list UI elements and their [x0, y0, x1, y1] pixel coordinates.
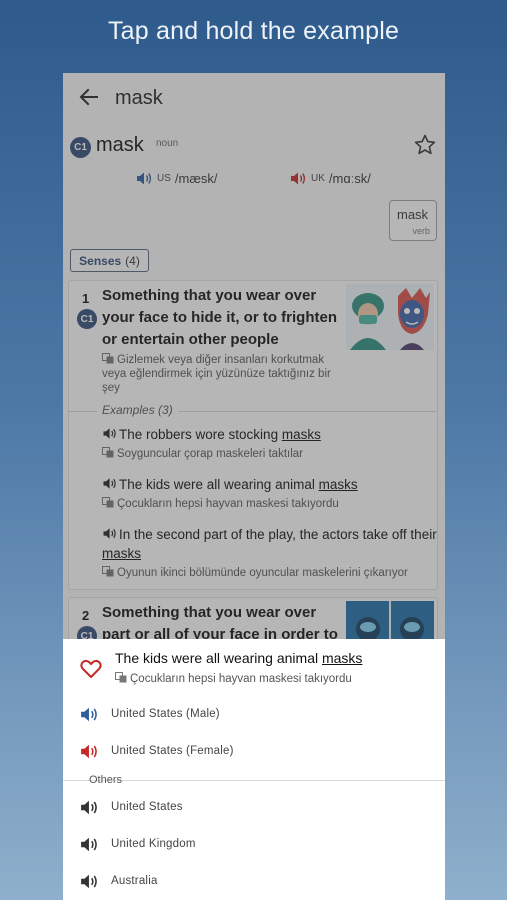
example-text[interactable]: The kids were all wearing animal masks: [102, 475, 437, 494]
related-pos: verb: [412, 226, 430, 236]
voice-option-label: United States: [111, 801, 183, 813]
example-translation: Soyguncular çorap maskeleri taktılar: [102, 447, 437, 460]
voice-option-us-male[interactable]: United States (Male): [63, 700, 445, 730]
speaker-icon-us: [81, 707, 97, 722]
voice-option-united-kingdom[interactable]: United Kingdom: [63, 830, 445, 860]
example-translation: Çocukların hepsi hayvan maskesi takıyord…: [102, 497, 437, 510]
speaker-icon-uk[interactable]: [290, 171, 307, 186]
part-of-speech: noun: [156, 138, 179, 149]
voice-option-label: United Kingdom: [111, 838, 196, 850]
translate-icon: [115, 672, 127, 683]
sense-card-1: 1 C1 Something that you wear over your f…: [68, 280, 438, 590]
voice-option-us-female[interactable]: United States (Female): [63, 737, 445, 767]
example-translation: Oyunun ikinci bölümünde oyuncular maskel…: [102, 566, 437, 579]
speaker-icon-uk: [81, 744, 97, 759]
headword: mask: [96, 134, 144, 156]
speaker-icon: [81, 874, 97, 889]
sense-definition: Something that you wear over your face t…: [102, 287, 338, 348]
sheet-example-text: The kids were all wearing animal masks: [115, 650, 363, 666]
related-verb-chip[interactable]: mask verb: [389, 200, 437, 241]
us-ipa: /mæsk/: [174, 170, 218, 186]
speaker-icon: [81, 800, 97, 815]
us-pronunciation[interactable]: US /mæsk/: [136, 169, 218, 187]
uk-ipa: /mɑːsk/: [328, 170, 371, 186]
examples-header: Examples (3): [69, 403, 437, 419]
example-text[interactable]: In the second part of the play, the acto…: [102, 525, 437, 563]
translate-icon: [102, 447, 114, 458]
heart-icon[interactable]: [80, 659, 102, 679]
senses-filter-chip[interactable]: Senses (4): [70, 249, 149, 272]
uk-label: UK: [311, 172, 325, 184]
sense-level-badge: C1: [77, 309, 97, 329]
translate-icon: [102, 497, 114, 508]
voice-option-australia[interactable]: Australia: [63, 867, 445, 897]
speaker-icon[interactable]: [102, 527, 118, 540]
favorite-star-icon[interactable]: [413, 133, 437, 157]
voice-option-label: United States (Female): [111, 745, 234, 757]
app-bar: mask: [63, 73, 445, 125]
voice-option-united-states[interactable]: United States: [63, 793, 445, 823]
sheet-example-translation: Çocukların hepsi hayvan maskesi takıyord…: [115, 672, 352, 685]
us-label: US: [157, 172, 171, 184]
cefr-level-badge: C1: [70, 137, 91, 158]
translate-icon: [102, 353, 114, 364]
example-item[interactable]: The robbers wore stocking masks Soyguncu…: [102, 425, 437, 460]
sense-number: 2: [82, 608, 90, 623]
voice-option-label: Australia: [111, 875, 158, 887]
entry-header: C1 mask noun: [70, 133, 440, 163]
pronunciation-bottom-sheet: The kids were all wearing animal masks Ç…: [63, 639, 445, 900]
example-item[interactable]: The kids were all wearing animal masks Ç…: [102, 475, 437, 510]
translate-icon: [102, 566, 114, 577]
senses-count: (4): [125, 253, 140, 268]
promo-title: Tap and hold the example: [107, 17, 400, 45]
speaker-icon-us[interactable]: [136, 171, 153, 186]
examples-label: Examples (3): [97, 403, 178, 417]
example-item[interactable]: In the second part of the play, the acto…: [102, 525, 437, 579]
sense-number: 1: [82, 291, 90, 306]
related-word: mask: [397, 207, 429, 222]
others-section-label: Others: [89, 774, 123, 786]
senses-label: Senses: [79, 253, 122, 268]
app-bar-title: mask: [115, 87, 163, 109]
sense-illustration-image: [346, 284, 434, 350]
uk-pronunciation[interactable]: UK /mɑːsk/: [290, 169, 371, 187]
voice-option-label: United States (Male): [111, 708, 220, 720]
phone-screen: mask C1 mask noun US /mæsk/ UK /mɑːsk/ m…: [63, 73, 445, 900]
speaker-icon: [81, 837, 97, 852]
back-arrow-icon[interactable]: [79, 87, 99, 107]
example-text[interactable]: The robbers wore stocking masks: [102, 425, 437, 444]
speaker-icon[interactable]: [102, 427, 118, 440]
sense-translation: Gizlemek veya diğer insanları korkutmak …: [102, 353, 331, 394]
speaker-icon[interactable]: [102, 477, 118, 490]
